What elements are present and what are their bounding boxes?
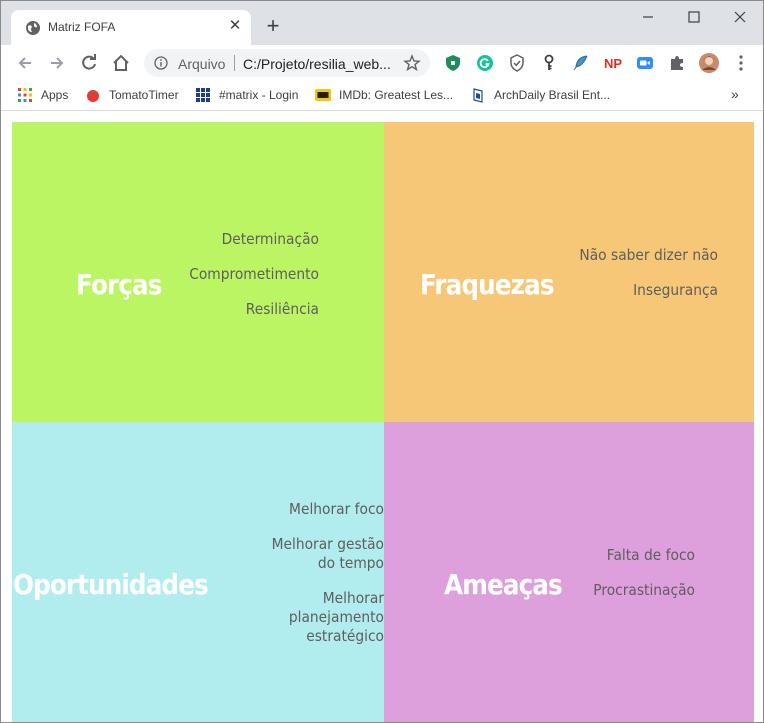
archdaily-icon <box>473 88 483 103</box>
page-content: Forças Determinação Comprometimento Resi… <box>1 112 763 722</box>
shield-check-icon[interactable] <box>507 53 527 73</box>
imdb-icon <box>315 89 331 101</box>
quadrant-title: Forças <box>76 268 162 301</box>
quadrant-ameacas: Ameaças Falta de foco Procrastinação <box>384 422 754 722</box>
list-item: Melhorar planejamento estratégico <box>288 589 384 645</box>
list-item: Não saber dizer não <box>579 246 718 264</box>
tab-title: Matriz FOFA <box>48 20 116 34</box>
title-bar: Matriz FOFA ✕ + <box>1 1 763 45</box>
list-item: Insegurança <box>633 281 718 299</box>
list-item: Melhorar foco <box>289 500 384 518</box>
quadrant-items: Falta de foco Procrastinação <box>557 546 695 600</box>
bookmarks-more-button[interactable]: » <box>731 86 739 102</box>
quadrant-fraquezas: Fraquezas Não saber dizer não Inseguranç… <box>384 122 754 422</box>
bookmark-archdaily[interactable]: ArchDaily Brasil Ent... <box>470 87 610 105</box>
new-tab-button[interactable]: + <box>263 15 283 37</box>
star-icon[interactable] <box>403 54 421 72</box>
forward-icon[interactable] <box>47 53 67 73</box>
bookmark-apps[interactable]: Apps <box>17 87 68 105</box>
quadrant-title: Ameaças <box>444 568 563 601</box>
bookmark-label: TomatoTimer <box>109 88 179 102</box>
tomato-icon <box>87 90 99 102</box>
list-item: Procrastinação <box>593 581 695 599</box>
bookmark-label: ArchDaily Brasil Ent... <box>494 88 611 102</box>
shield-icon[interactable] <box>443 53 463 73</box>
bookmark-label: Apps <box>41 88 69 102</box>
home-icon[interactable] <box>111 53 131 73</box>
quadrant-forcas: Forças Determinação Comprometimento Resi… <box>12 122 384 422</box>
maximize-icon[interactable] <box>684 9 704 25</box>
window-close-icon[interactable] <box>730 9 750 25</box>
reload-icon[interactable] <box>79 53 99 73</box>
quadrant-items: Não saber dizer não Insegurança <box>562 246 718 300</box>
info-icon[interactable] <box>154 56 168 70</box>
quadrant-items: Melhorar foco Melhorar gestão do tempo M… <box>255 500 384 646</box>
np-label: NP <box>604 56 622 71</box>
bookmark-label: IMDb: Greatest Les... <box>339 88 454 102</box>
bookmarks-bar: Apps TomatoTimer #matrix - Login IMDb: G… <box>1 81 763 111</box>
key-icon[interactable] <box>539 53 559 73</box>
browser-window: Matriz FOFA ✕ + Arquivo C:/Projeto/resil… <box>0 0 764 723</box>
zoom-icon[interactable] <box>635 53 655 73</box>
globe-icon <box>26 21 40 35</box>
quadrant-title: Oportunidades <box>13 568 209 601</box>
address-bar[interactable]: Arquivo C:/Projeto/resilia_web... <box>144 49 430 77</box>
quadrant-title: Fraquezas <box>420 268 555 301</box>
bookmark-matrix-login[interactable]: #matrix - Login <box>195 87 298 105</box>
puzzle-icon[interactable] <box>667 53 687 73</box>
list-item: Resiliência <box>245 300 319 318</box>
address-separator <box>234 55 235 71</box>
avatar[interactable] <box>699 53 719 73</box>
address-url[interactable]: C:/Projeto/resilia_web... <box>243 56 391 72</box>
menu-icon[interactable] <box>731 53 751 73</box>
bookmark-tomatotimer[interactable]: TomatoTimer <box>85 87 179 105</box>
bookmark-label: #matrix - Login <box>219 88 299 102</box>
toolbar: Arquivo C:/Projeto/resilia_web... NP <box>1 45 763 81</box>
back-icon[interactable] <box>15 53 35 73</box>
np-icon[interactable]: NP <box>603 53 623 73</box>
list-item: Melhorar gestão do tempo <box>271 535 384 572</box>
apps-grid-icon <box>18 88 32 102</box>
list-item: Determinação <box>221 230 319 248</box>
minimize-icon[interactable] <box>638 9 658 25</box>
feather-icon[interactable] <box>571 53 591 73</box>
quadrant-items: Determinação Comprometimento Resiliência <box>163 230 319 319</box>
address-scheme-label: Arquivo <box>178 56 226 72</box>
close-icon[interactable]: ✕ <box>227 18 243 34</box>
matrix-icon <box>196 88 210 102</box>
list-item: Falta de foco <box>606 546 695 564</box>
grammarly-icon[interactable] <box>475 53 495 73</box>
list-item: Comprometimento <box>189 265 319 283</box>
quadrant-oportunidades: Oportunidades Melhorar foco Melhorar ges… <box>12 422 384 722</box>
tab-matriz-fofa[interactable]: Matriz FOFA ✕ <box>11 10 251 45</box>
bookmark-imdb[interactable]: IMDb: Greatest Les... <box>315 87 453 105</box>
